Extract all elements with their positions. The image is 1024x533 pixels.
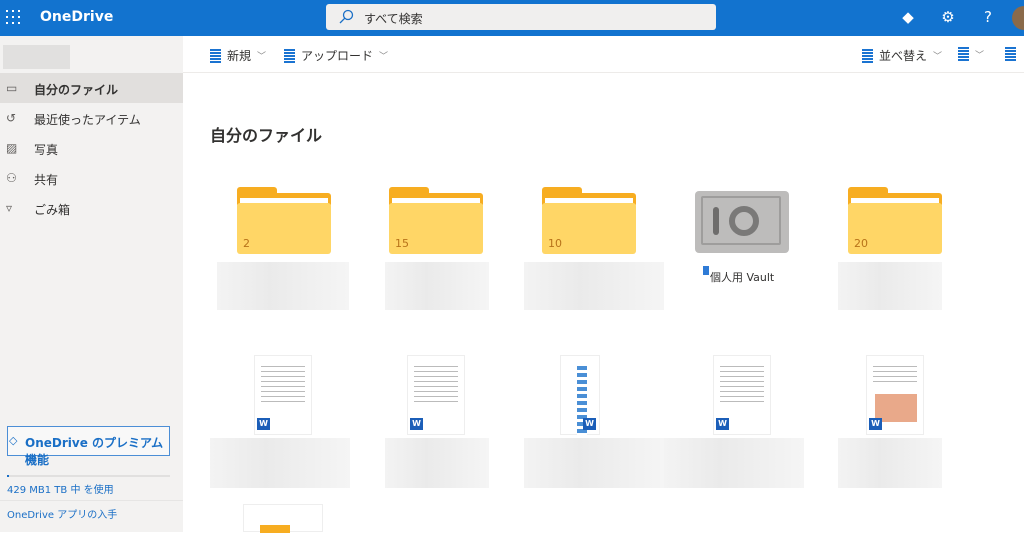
blurred-name xyxy=(838,262,942,310)
details-icon xyxy=(1005,47,1016,61)
chevron-down-icon: ﹀ xyxy=(933,52,943,62)
folder-icon: ▭ xyxy=(6,81,18,95)
upload-icon xyxy=(284,48,295,63)
folder-count: 10 xyxy=(548,237,562,250)
word-icon: W xyxy=(583,418,596,430)
upload-button[interactable]: アップロード ﹀ xyxy=(284,47,388,64)
photo-icon: ▨ xyxy=(6,141,18,155)
search-icon xyxy=(339,9,354,24)
storage-bar xyxy=(7,475,170,477)
folder-tile[interactable]: 10 xyxy=(542,187,636,254)
command-bar: 新規 ﹀ アップロード ﹀ 並べ替え ﹀ ﹀ xyxy=(183,36,1024,73)
new-button[interactable]: 新規 ﹀ xyxy=(210,47,266,64)
blurred-name xyxy=(385,262,489,310)
document-tile[interactable]: W xyxy=(254,355,312,435)
word-icon: W xyxy=(869,418,882,430)
sidebar-item-label: 共有 xyxy=(34,173,59,187)
sidebar-item-label: 写真 xyxy=(34,143,59,157)
sidebar-item-my-files[interactable]: ▭ 自分のファイル xyxy=(0,73,183,103)
gear-icon[interactable]: ⚙ xyxy=(938,8,958,28)
blurred-name xyxy=(838,438,942,488)
search-input[interactable]: すべて検索 xyxy=(326,4,716,30)
avatar[interactable] xyxy=(1012,6,1024,30)
chevron-down-icon: ﹀ xyxy=(257,52,267,62)
word-icon: W xyxy=(716,418,729,430)
history-icon: ↺ xyxy=(6,111,17,125)
sidebar-item-label: 自分のファイル xyxy=(34,83,119,97)
personal-vault-icon[interactable] xyxy=(695,191,789,253)
word-icon: W xyxy=(410,418,423,430)
sort-icon xyxy=(862,48,873,63)
app-name[interactable]: OneDrive xyxy=(40,9,113,25)
folder-count: 20 xyxy=(854,237,868,250)
sidebar-item-shared[interactable]: ⚇ 共有 xyxy=(0,163,183,193)
new-icon xyxy=(210,48,221,63)
premium-button[interactable]: ◇ OneDrive のプレミアム機能 xyxy=(7,426,170,467)
folder-count: 2 xyxy=(243,237,250,250)
document-tile[interactable]: W xyxy=(866,355,924,435)
sidebar-item-photos[interactable]: ▨ 写真 xyxy=(0,133,183,163)
vault-name: 個人用 Vault xyxy=(710,271,775,284)
view-icon xyxy=(958,47,969,61)
account-name xyxy=(3,45,70,69)
blurred-name xyxy=(664,438,804,488)
new-label: 新規 xyxy=(227,49,252,63)
folder-tile[interactable] xyxy=(243,504,323,533)
waffle-icon[interactable] xyxy=(6,10,20,24)
page-title: 自分のファイル xyxy=(210,126,323,145)
blurred-name xyxy=(524,438,664,488)
vault-badge-icon xyxy=(703,266,709,275)
vault-label[interactable]: 個人用 Vault xyxy=(703,266,775,285)
trash-icon: ▿ xyxy=(6,201,13,215)
sidebar-item-recycle-bin[interactable]: ▿ ごみ箱 xyxy=(0,193,183,223)
sort-button[interactable]: 並べ替え ﹀ xyxy=(862,47,942,64)
blurred-name xyxy=(217,262,349,310)
divider xyxy=(0,500,183,501)
document-tile[interactable]: W xyxy=(713,355,771,435)
details-button[interactable] xyxy=(1005,47,1016,61)
folder-tile[interactable]: 15 xyxy=(389,187,483,254)
sidebar-item-label: 最近使ったアイテム xyxy=(34,113,141,127)
chevron-down-icon: ﹀ xyxy=(975,50,985,61)
folder-count: 15 xyxy=(395,237,409,250)
blurred-name xyxy=(524,262,664,310)
people-icon: ⚇ xyxy=(6,171,17,185)
document-tile[interactable]: W xyxy=(560,355,600,436)
folder-tile[interactable]: 2 xyxy=(237,187,331,254)
word-icon: W xyxy=(257,418,270,430)
document-tile[interactable]: W xyxy=(407,355,465,435)
sort-label: 並べ替え xyxy=(879,49,928,63)
help-icon[interactable]: ? xyxy=(978,8,998,28)
top-bar: OneDrive すべて検索 ◆ ⚙ ? xyxy=(0,0,1024,36)
search-placeholder: すべて検索 xyxy=(364,12,423,26)
view-button[interactable]: ﹀ xyxy=(958,47,984,61)
get-app-link[interactable]: OneDrive アプリの入手 xyxy=(7,506,117,521)
sidebar-item-label: ごみ箱 xyxy=(34,203,71,217)
chevron-down-icon: ﹀ xyxy=(379,52,389,62)
folder-tile[interactable]: 20 xyxy=(848,187,942,254)
storage-usage[interactable]: 429 MB1 TB 中 を使用 xyxy=(7,481,114,496)
premium-label: OneDrive のプレミアム機能 xyxy=(25,436,164,467)
blurred-name xyxy=(385,438,489,488)
sidebar: ▭ 自分のファイル ↺ 最近使ったアイテム ▨ 写真 ⚇ 共有 ▿ ごみ箱 ◇ OneDri… xyxy=(0,36,183,532)
diamond-icon: ◇ xyxy=(9,434,18,447)
upload-label: アップロード xyxy=(301,49,374,63)
diamond-icon[interactable]: ◆ xyxy=(898,8,918,28)
sidebar-item-recent[interactable]: ↺ 最近使ったアイテム xyxy=(0,103,183,133)
blurred-name xyxy=(210,438,350,488)
